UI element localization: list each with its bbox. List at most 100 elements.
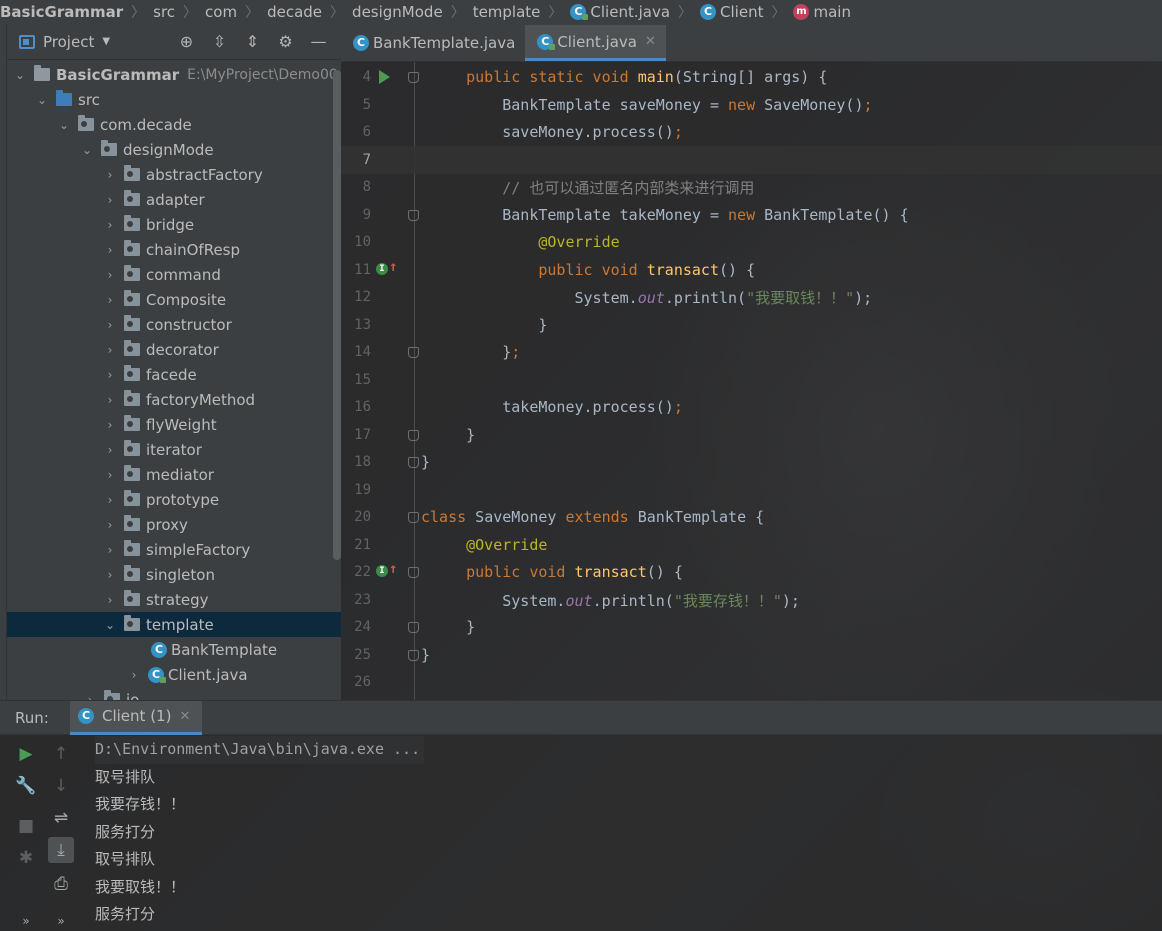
tree-item-template[interactable]: ⌄ template	[7, 612, 341, 637]
breadcrumb-decade[interactable]: decade	[263, 0, 326, 24]
project-view-selector[interactable]: Project ▼	[19, 33, 110, 51]
chevron-right-icon[interactable]: ›	[102, 418, 118, 432]
arrow-up-icon[interactable]: ↑	[48, 741, 74, 767]
tree-item-folder[interactable]: › strategy	[7, 587, 341, 612]
chevron-right-icon[interactable]: ›	[102, 168, 118, 182]
tree-item-folder[interactable]: › factoryMethod	[7, 387, 341, 412]
chevron-down-icon[interactable]: ⌄	[102, 618, 118, 632]
tree-item-folder[interactable]: › proxy	[7, 512, 341, 537]
code-area[interactable]: 4 public static void main(String[] args)…	[341, 62, 1162, 700]
soft-wrap-icon[interactable]: ⇌	[48, 805, 74, 831]
gear-icon[interactable]: ⚙	[269, 30, 302, 54]
tree-item-folder[interactable]: › simpleFactory	[7, 537, 341, 562]
implements-method-icon[interactable]: I	[376, 263, 388, 275]
bug-icon[interactable]: ✱	[13, 845, 39, 871]
line-number: 8	[362, 179, 371, 195]
arrow-down-icon[interactable]: ↓	[48, 773, 74, 799]
tree-item-folder[interactable]: › singleton	[7, 562, 341, 587]
more-icon[interactable]: »	[13, 908, 39, 931]
chevron-right-icon[interactable]: ›	[102, 218, 118, 232]
tree-item-client[interactable]: › C Client.java	[7, 662, 341, 687]
tree-item-banktemplate[interactable]: C BankTemplate	[7, 637, 341, 662]
chevron-right-icon[interactable]: ›	[102, 543, 118, 557]
fold-icon[interactable]	[408, 430, 419, 441]
more-icon[interactable]: »	[48, 908, 74, 931]
tree-item-package[interactable]: ⌄ com.decade	[7, 112, 341, 137]
chevron-right-icon[interactable]: ›	[102, 368, 118, 382]
chevron-down-icon[interactable]: ⌄	[56, 118, 72, 132]
chevron-down-icon[interactable]: ⌄	[79, 143, 95, 157]
chevron-right-icon[interactable]: ›	[102, 318, 118, 332]
chevron-right-icon[interactable]: ›	[126, 668, 142, 682]
close-icon[interactable]: ✕	[645, 34, 656, 49]
tree-item-root[interactable]: ⌄ BasicGrammar E:\MyProject\Demo00	[7, 62, 341, 87]
tree-item-folder[interactable]: › facede	[7, 362, 341, 387]
tree-item-folder[interactable]: › command	[7, 262, 341, 287]
tree-item-folder[interactable]: › adapter	[7, 187, 341, 212]
implements-method-icon[interactable]: I	[376, 565, 388, 577]
breadcrumb-src[interactable]: src	[149, 0, 179, 24]
tree-item-folder[interactable]: › abstractFactory	[7, 162, 341, 187]
chevron-down-icon[interactable]: ⌄	[34, 93, 50, 107]
chevron-right-icon[interactable]: ›	[102, 343, 118, 357]
tree-item-folder[interactable]: › iterator	[7, 437, 341, 462]
tree-folder-label: Composite	[146, 290, 227, 309]
tree-item-folder[interactable]: › chainOfResp	[7, 237, 341, 262]
run-tab-client[interactable]: C Client (1) ✕	[70, 700, 203, 735]
fold-icon[interactable]	[408, 457, 419, 468]
tree-scrollbar[interactable]	[333, 70, 341, 560]
breadcrumb-project[interactable]: BasicGrammar	[0, 0, 127, 24]
tree-item-folder[interactable]: › prototype	[7, 487, 341, 512]
chevron-right-icon[interactable]: ›	[102, 193, 118, 207]
chevron-right-icon[interactable]: ›	[102, 518, 118, 532]
chevron-right-icon[interactable]: ›	[102, 443, 118, 457]
breadcrumb-client-file[interactable]: C Client.java	[566, 0, 674, 24]
breadcrumb-main-method[interactable]: m main	[789, 0, 854, 24]
stop-icon[interactable]: ■	[13, 813, 39, 839]
tree-item-folder[interactable]: › decorator	[7, 337, 341, 362]
run-icon[interactable]	[379, 70, 390, 84]
tree-item-designmode[interactable]: ⌄ designMode	[7, 137, 341, 162]
chevron-right-icon[interactable]: ›	[102, 593, 118, 607]
fold-icon[interactable]	[408, 512, 419, 523]
tab-banktemplate[interactable]: C BankTemplate.java	[341, 25, 525, 61]
chevron-right-icon[interactable]: ›	[102, 493, 118, 507]
breadcrumb-template[interactable]: template	[469, 0, 545, 24]
tab-client[interactable]: C Client.java ✕	[525, 25, 666, 61]
breadcrumb-com[interactable]: com	[201, 0, 241, 24]
locate-icon[interactable]: ⊕	[170, 30, 203, 54]
chevron-right-icon[interactable]: ›	[102, 243, 118, 257]
collapse-all-icon[interactable]: ⇕	[236, 30, 269, 54]
fold-icon[interactable]	[408, 347, 419, 358]
console-output[interactable]: D:\Environment\Java\bin\java.exe ... 取号排…	[95, 736, 425, 929]
tree-item-partial[interactable]: › io	[7, 687, 341, 700]
breadcrumb-client-class[interactable]: C Client	[696, 0, 767, 24]
print-icon[interactable]: ⎙	[48, 871, 74, 897]
chevron-down-icon[interactable]: ⌄	[12, 68, 28, 82]
scroll-to-end-icon[interactable]: ⤓	[48, 837, 74, 863]
wrench-icon[interactable]: 🔧	[13, 773, 39, 799]
tree-item-src[interactable]: ⌄ src	[7, 87, 341, 112]
breadcrumb-designmode[interactable]: designMode	[348, 0, 447, 24]
tree-item-folder[interactable]: › flyWeight	[7, 412, 341, 437]
tree-item-folder[interactable]: › constructor	[7, 312, 341, 337]
fold-icon[interactable]	[408, 622, 419, 633]
chevron-right-icon[interactable]: ›	[102, 393, 118, 407]
chevron-right-icon[interactable]: ›	[102, 268, 118, 282]
chevron-right-icon[interactable]: ›	[102, 293, 118, 307]
fold-icon[interactable]	[408, 72, 419, 83]
tree-item-folder[interactable]: › Composite	[7, 287, 341, 312]
chevron-right-icon[interactable]: ›	[82, 693, 98, 701]
tree-item-folder[interactable]: › mediator	[7, 462, 341, 487]
hide-icon[interactable]: —	[302, 30, 335, 54]
chevron-right-icon[interactable]: ›	[102, 468, 118, 482]
gutter	[375, 476, 423, 504]
chevron-right-icon[interactable]: ›	[102, 568, 118, 582]
tree-item-folder[interactable]: › bridge	[7, 212, 341, 237]
fold-icon[interactable]	[408, 567, 419, 578]
rerun-icon[interactable]: ▶	[13, 741, 39, 767]
fold-icon[interactable]	[408, 210, 419, 221]
expand-all-icon[interactable]: ⇳	[203, 30, 236, 54]
close-icon[interactable]: ✕	[179, 709, 190, 724]
fold-icon[interactable]	[408, 650, 419, 661]
